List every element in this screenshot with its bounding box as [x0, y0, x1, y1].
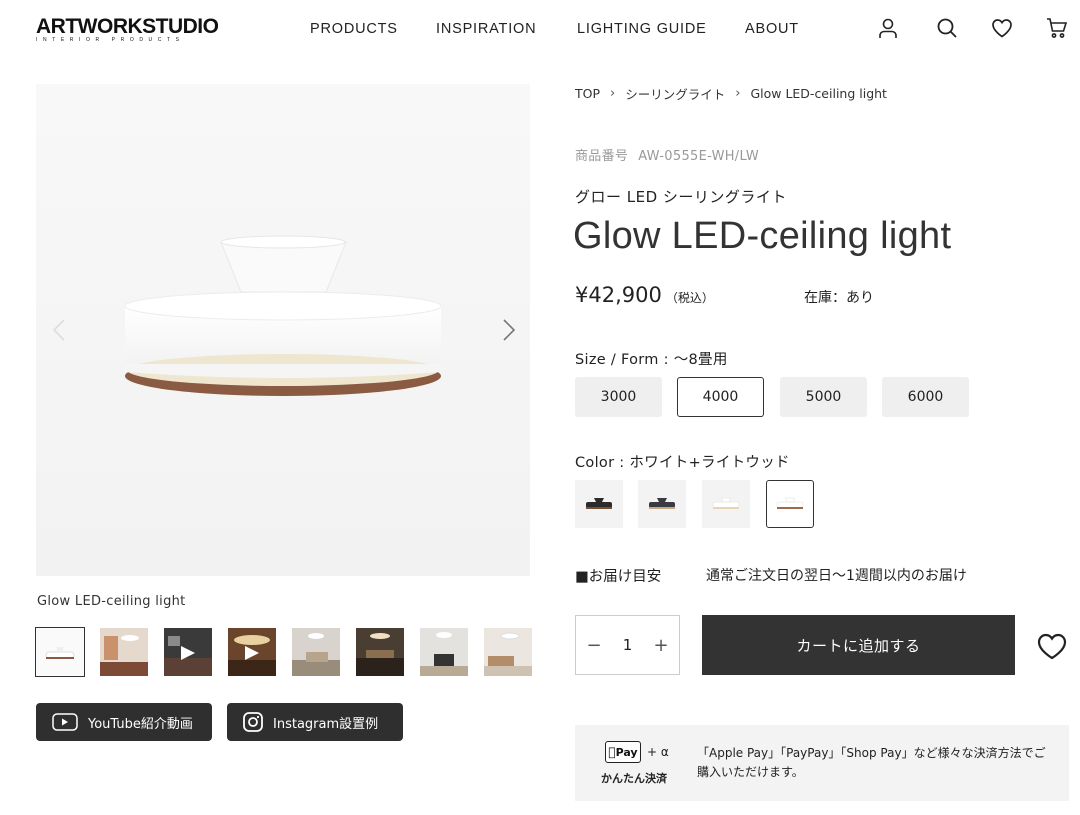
stock-status: 在庫：あり	[804, 290, 874, 306]
size-value: 〜8畳用	[673, 352, 728, 368]
size-option-3000[interactable]: 3000	[575, 377, 662, 417]
nav-about[interactable]: ABOUT	[745, 21, 799, 37]
play-icon	[181, 646, 195, 660]
youtube-button-label: YouTube紹介動画	[88, 716, 193, 732]
thumbnail[interactable]	[356, 628, 404, 676]
main-product-image[interactable]	[36, 84, 530, 576]
quantity-value[interactable]: 1	[612, 636, 643, 654]
product-sku: 商品番号 AW-0555E-WH/LW	[575, 145, 759, 164]
video-thumbnail[interactable]	[164, 628, 212, 676]
color-swatch-navy[interactable]	[638, 480, 686, 528]
delivery-estimate: 通常ご注文日の翌日〜1週間以内のお届け	[706, 568, 967, 584]
payment-info-box: Pay + α かんたん決済 「Apple Pay」「PayPay」「Shop…	[575, 725, 1069, 801]
favorite-heart-icon[interactable]	[1036, 631, 1068, 661]
product-name-jp: グロー LED シーリングライト	[575, 188, 787, 206]
breadcrumb: TOP › シーリングライト › Glow LED-ceiling light	[575, 84, 887, 103]
thumbnail[interactable]	[100, 628, 148, 676]
color-option-label: Color : ホワイト+ライトウッド	[575, 451, 790, 472]
sku-label: 商品番号	[575, 149, 629, 164]
page-title: Glow LED-ceiling light	[573, 215, 952, 257]
instagram-button[interactable]: Instagram設置例	[227, 703, 403, 741]
payment-logo: Pay + α	[605, 741, 669, 763]
site-header: ARTWORKSTUDIO INTERIOR PRODUCTS PRODUCTS…	[0, 0, 1080, 60]
youtube-icon	[52, 713, 78, 731]
apple-pay-icon: Pay	[605, 741, 641, 763]
nav-products[interactable]: PRODUCTS	[310, 21, 398, 37]
product-price: ¥42,900 （税込）	[575, 283, 714, 307]
quantity-stepper: − 1 +	[575, 615, 680, 675]
size-label: Size / Form :	[575, 352, 669, 368]
prev-image-arrow[interactable]	[52, 318, 70, 344]
color-label: Color :	[575, 455, 625, 471]
tax-note: （税込）	[665, 291, 714, 305]
youtube-video-button[interactable]: YouTube紹介動画	[36, 703, 212, 741]
breadcrumb-top[interactable]: TOP	[575, 86, 600, 101]
search-icon[interactable]	[935, 16, 959, 40]
quantity-decrease-button[interactable]: −	[576, 635, 612, 656]
brand-logo[interactable]: ARTWORKSTUDIO INTERIOR PRODUCTS	[36, 15, 219, 43]
price-value: ¥42,900	[575, 283, 662, 307]
payment-plus: + α	[647, 745, 669, 759]
next-image-arrow[interactable]	[502, 318, 520, 344]
nav-lighting-guide[interactable]: LIGHTING GUIDE	[577, 21, 707, 37]
color-swatch-white[interactable]	[702, 480, 750, 528]
play-icon	[245, 646, 259, 660]
thumbnail[interactable]	[292, 628, 340, 676]
size-option-5000[interactable]: 5000	[780, 377, 867, 417]
image-caption: Glow LED-ceiling light	[37, 594, 186, 609]
thumbnail[interactable]	[484, 628, 532, 676]
breadcrumb-category[interactable]: シーリングライト	[625, 84, 725, 103]
size-option-label: Size / Form : 〜8畳用	[575, 348, 728, 369]
heart-icon[interactable]	[990, 16, 1014, 40]
breadcrumb-current: Glow LED-ceiling light	[750, 86, 887, 101]
add-to-cart-button[interactable]: カートに追加する	[702, 615, 1015, 675]
cart-icon[interactable]	[1045, 16, 1069, 40]
instagram-icon	[243, 712, 263, 732]
color-swatch-black[interactable]	[575, 480, 623, 528]
sku-value: AW-0555E-WH/LW	[638, 149, 759, 164]
delivery-label: ■お届け目安	[575, 569, 662, 585]
video-thumbnail[interactable]	[228, 628, 276, 676]
size-option-6000[interactable]: 6000	[882, 377, 969, 417]
user-icon[interactable]	[876, 16, 900, 40]
thumbnail[interactable]	[420, 628, 468, 676]
color-swatch-white-lightwood[interactable]	[766, 480, 814, 528]
logo-wordmark: ARTWORKSTUDIO	[36, 15, 219, 38]
thumbnail[interactable]	[35, 627, 85, 677]
size-option-4000[interactable]: 4000	[677, 377, 764, 417]
quantity-increase-button[interactable]: +	[643, 635, 679, 656]
instagram-button-label: Instagram設置例	[273, 716, 379, 732]
payment-description: 「Apple Pay」「PayPay」「Shop Pay」など様々な決済方法でご…	[697, 746, 1046, 779]
chevron-right-icon: ›	[610, 86, 616, 101]
chevron-right-icon: ›	[735, 86, 741, 101]
color-value: ホワイト+ライトウッド	[629, 455, 790, 471]
payment-caption: かんたん決済	[601, 772, 667, 785]
nav-inspiration[interactable]: INSPIRATION	[436, 21, 536, 37]
